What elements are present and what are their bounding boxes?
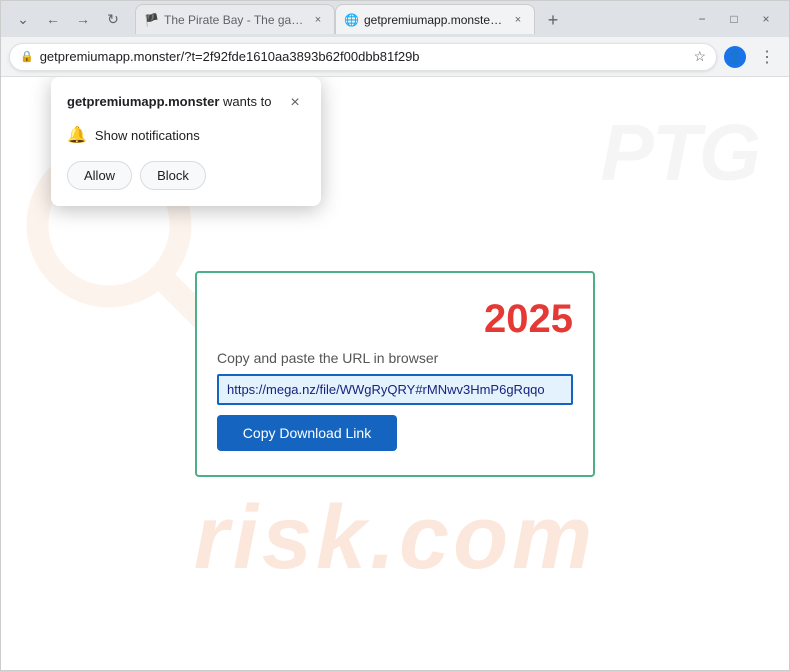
url-display: getpremiumapp.monster/?t=2f92fde1610aa38…: [40, 49, 688, 64]
new-tab-button[interactable]: +: [539, 6, 567, 34]
tab-title-piratebay: The Pirate Bay - The galaxy's m...: [164, 13, 304, 27]
allow-button[interactable]: Allow: [67, 161, 132, 190]
year-suffix: 025: [506, 297, 573, 341]
bookmark-icon[interactable]: ☆: [693, 48, 706, 65]
bell-icon: 🔔: [67, 125, 87, 145]
tabs-menu-button[interactable]: ⌄: [9, 5, 37, 33]
popup-title: getpremiumapp.monster wants to: [67, 93, 271, 111]
copy-download-link-button[interactable]: Copy Download Link: [217, 415, 397, 451]
window-controls-left: ⌄ ← → ↻: [9, 5, 127, 33]
profile-avatar: 👤: [724, 46, 746, 68]
notification-popup: getpremiumapp.monster wants to × 🔔 Show …: [51, 77, 321, 206]
year-display: 2025: [217, 297, 573, 342]
download-box: 2025 Copy and paste the URL in browser h…: [195, 271, 595, 477]
block-button[interactable]: Block: [140, 161, 206, 190]
close-button[interactable]: ×: [751, 5, 781, 33]
omnibox[interactable]: 🔒 getpremiumapp.monster/?t=2f92fde1610aa…: [9, 43, 717, 71]
popup-actions: Allow Block: [67, 161, 305, 190]
address-bar: 🔒 getpremiumapp.monster/?t=2f92fde1610aa…: [1, 37, 789, 77]
tab-close-getpremiumapp[interactable]: ×: [510, 12, 526, 28]
tab-close-piratebay[interactable]: ×: [310, 12, 326, 28]
year-prefix: 2: [484, 297, 506, 341]
window-controls-right: − □ ×: [687, 5, 781, 33]
lock-icon: 🔒: [20, 50, 34, 63]
browser-frame: ⌄ ← → ↻ 🏴 The Pirate Bay - The galaxy's …: [0, 0, 790, 671]
copy-paste-label: Copy and paste the URL in browser: [217, 350, 573, 366]
back-button[interactable]: ←: [39, 5, 67, 33]
tabs-area: 🏴 The Pirate Bay - The galaxy's m... × 🌐…: [135, 4, 679, 34]
menu-button[interactable]: ⋮: [753, 43, 781, 71]
popup-site-name: getpremiumapp.monster: [67, 94, 219, 109]
popup-close-button[interactable]: ×: [285, 93, 305, 113]
forward-button[interactable]: →: [69, 5, 97, 33]
popup-header: getpremiumapp.monster wants to ×: [67, 93, 305, 113]
tab-getpremiumapp[interactable]: 🌐 getpremiumapp.monster/?t=2f... ×: [335, 4, 535, 34]
tab-title-getpremiumapp: getpremiumapp.monster/?t=2f...: [364, 13, 504, 27]
url-display-field[interactable]: https://mega.nz/file/WWgRyQRY#rMNwv3HmP6…: [217, 374, 573, 405]
tab-favicon-piratebay: 🏴: [144, 13, 158, 27]
content-area: PTG risk.com 2025 Copy and paste the URL…: [1, 77, 789, 670]
tab-piratebay[interactable]: 🏴 The Pirate Bay - The galaxy's m... ×: [135, 4, 335, 34]
refresh-button[interactable]: ↻: [99, 5, 127, 33]
tab-favicon-getpremiumapp: 🌐: [344, 13, 358, 27]
minimize-button[interactable]: −: [687, 5, 717, 33]
popup-wants-to: wants to: [219, 94, 271, 109]
title-bar: ⌄ ← → ↻ 🏴 The Pirate Bay - The galaxy's …: [1, 1, 789, 37]
profile-button[interactable]: 👤: [721, 43, 749, 71]
maximize-button[interactable]: □: [719, 5, 749, 33]
popup-notification-row: 🔔 Show notifications: [67, 125, 305, 145]
notification-text: Show notifications: [95, 128, 200, 143]
